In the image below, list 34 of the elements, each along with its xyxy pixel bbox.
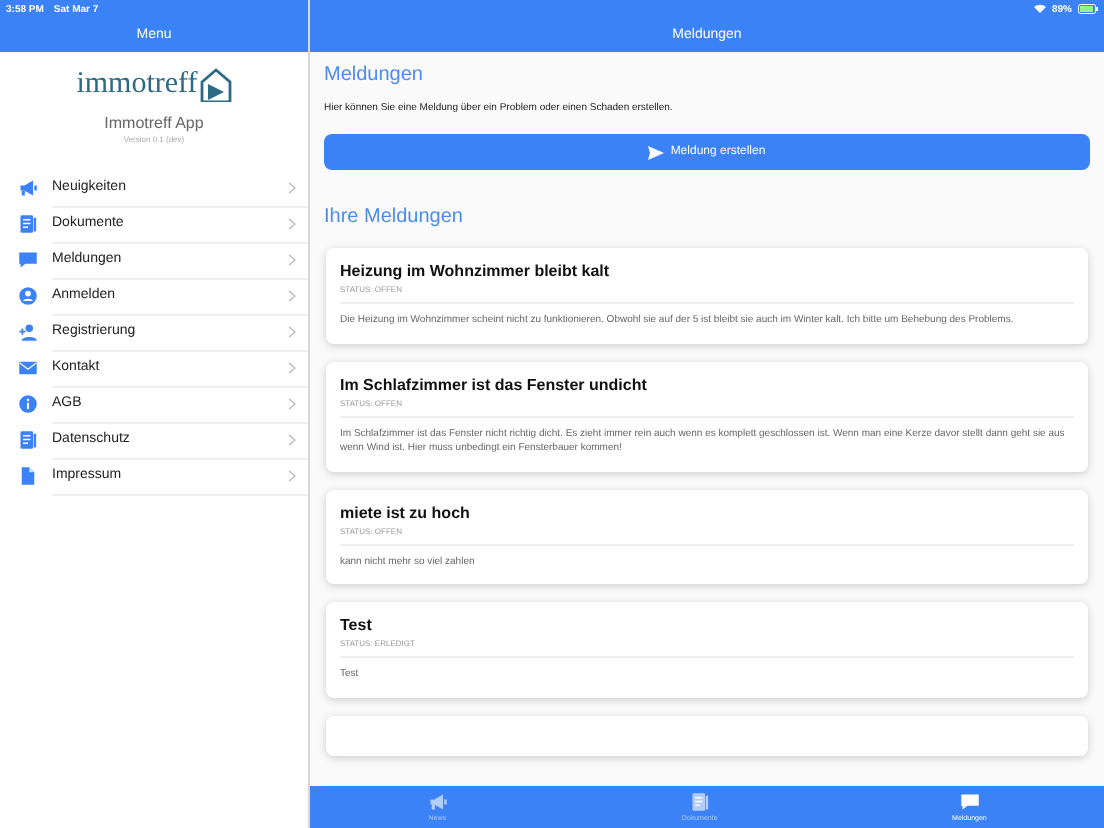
logo-text: immotreff [76,68,198,102]
section-heading: Ihre Meldungen [324,206,465,228]
document-icon [18,430,38,450]
chat-bubble-icon [959,792,980,812]
house-logo-icon [199,68,232,102]
chevron-icon [288,397,296,409]
person-add-icon [18,322,38,342]
chevron-icon [288,325,296,337]
document-icon [18,214,38,234]
report-title: Test [340,616,374,634]
wifi-icon [1033,4,1046,14]
mail-icon [18,358,38,378]
chevron-icon [288,253,296,265]
chevron-icon [288,181,296,193]
info-icon [18,394,38,414]
person-circle-icon [18,286,38,306]
report-card[interactable] [326,361,1088,471]
chevron-icon [288,289,296,301]
megaphone-icon [18,178,38,198]
chat-bubble-icon [18,250,38,270]
send-icon [648,145,665,159]
app-name: Immotreff App [104,114,204,132]
report-title: miete ist zu hoch [340,503,472,521]
file-icon [18,466,38,486]
chevron-icon [288,217,296,229]
chevron-icon [288,361,296,373]
report-title: Heizung im Wohnzimmer bleibt kalt [340,262,612,280]
section-heading: Meldungen [324,64,425,86]
chevron-icon [288,469,296,481]
megaphone-icon [427,792,448,812]
document-icon [689,792,710,812]
chevron-icon [288,433,296,445]
report-title: Im Schlafzimmer ist das Fenster undicht [340,375,649,393]
battery-icon [1078,4,1098,14]
